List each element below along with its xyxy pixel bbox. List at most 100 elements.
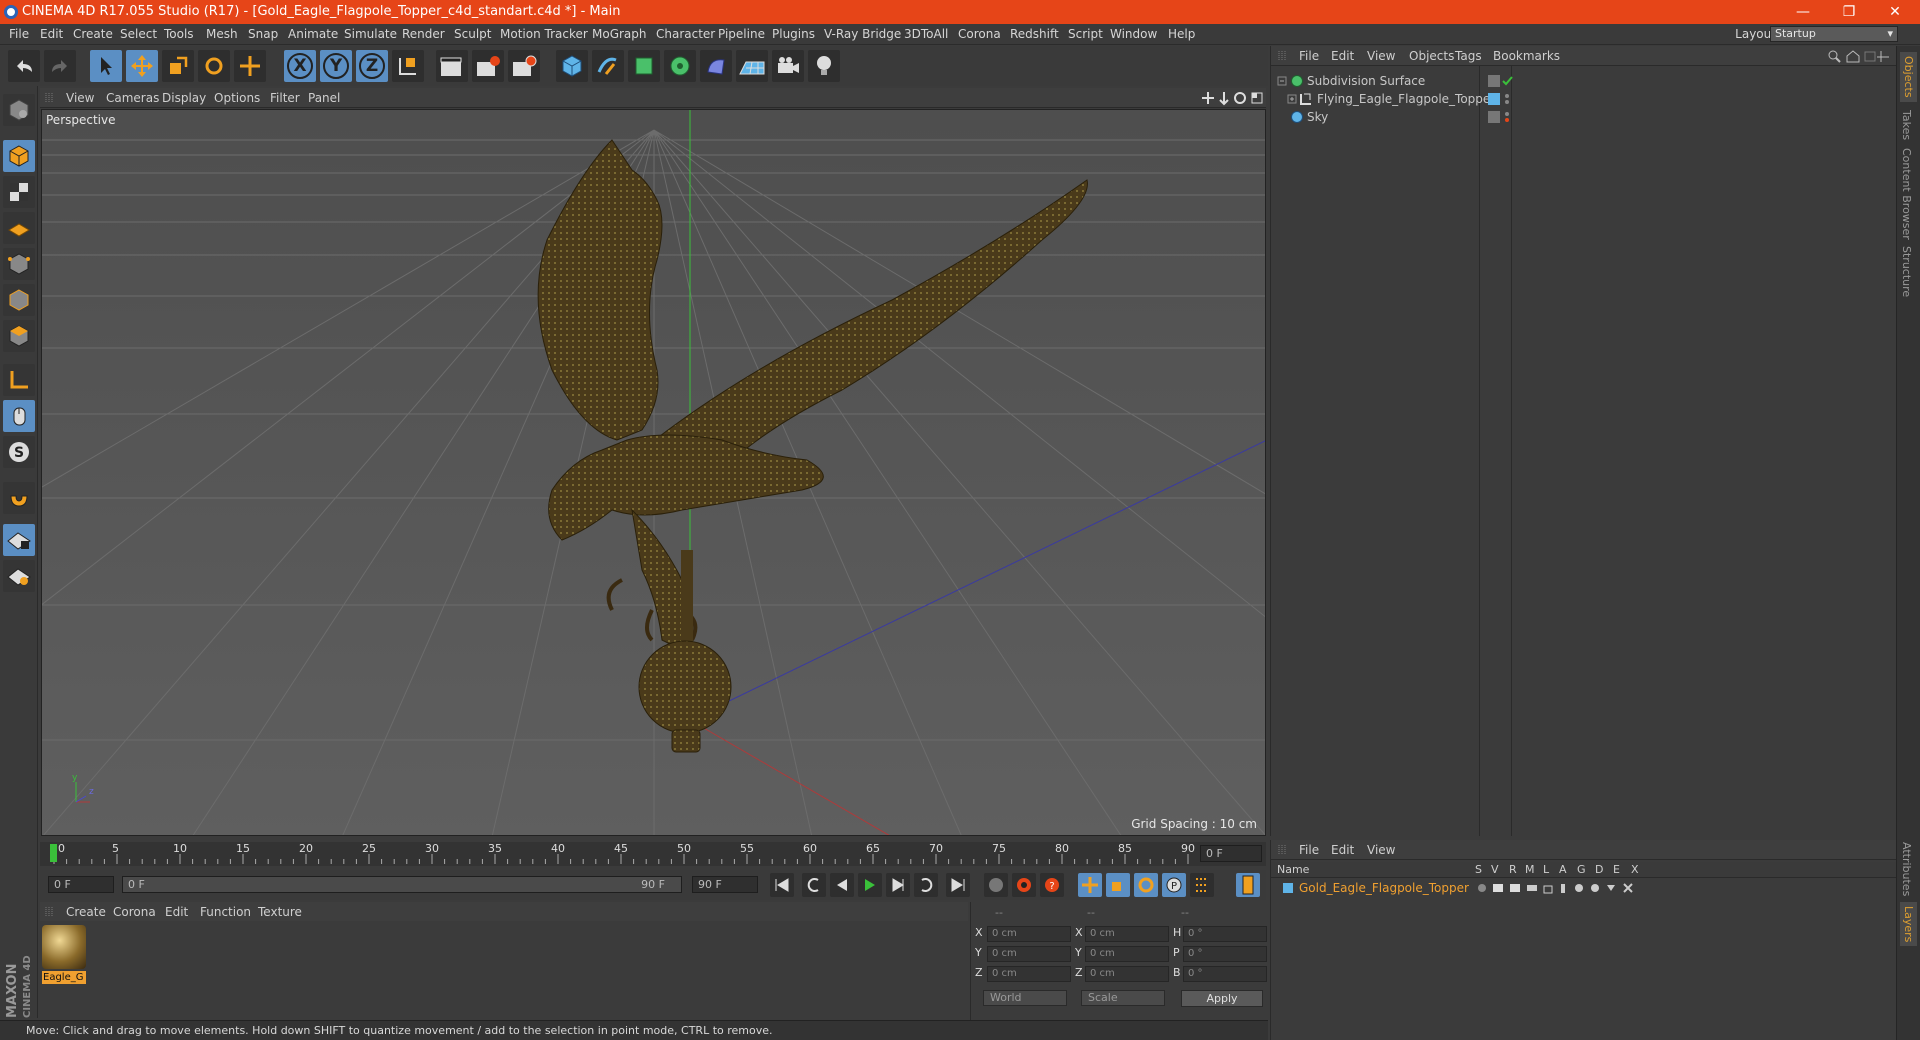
goto-end-button[interactable]: [946, 873, 970, 897]
object-menu-edit[interactable]: Edit: [1331, 49, 1354, 63]
menu-mograph[interactable]: MoGraph: [592, 27, 647, 41]
menu-corona[interactable]: Corona: [958, 27, 1001, 41]
column-view[interactable]: V: [1491, 863, 1499, 876]
expand-icon[interactable]: [1287, 93, 1297, 105]
collapse-icon[interactable]: [1277, 75, 1287, 87]
rotation-h-field[interactable]: 0 °: [1183, 926, 1267, 942]
z-axis-lock-button[interactable]: Z: [356, 50, 388, 82]
start-frame-field[interactable]: 0 F: [48, 876, 114, 893]
record-active-objects-button[interactable]: [1012, 873, 1036, 897]
zoom-view-icon[interactable]: [1219, 92, 1229, 106]
generators-toggle-icon[interactable]: [1575, 884, 1583, 892]
render-toggle-icon[interactable]: [1510, 884, 1520, 892]
live-selection-button[interactable]: [90, 50, 122, 82]
timeline-window-button[interactable]: [1236, 873, 1260, 897]
object-menu-bookmarks[interactable]: Bookmarks: [1493, 49, 1560, 63]
material-menu-create[interactable]: Create: [66, 905, 106, 919]
deformers-toggle-icon[interactable]: [1591, 884, 1599, 892]
column-deformers[interactable]: D: [1595, 863, 1603, 876]
object-row-eagle[interactable]: Flying_Eagle_Flagpole_Topper: [1277, 90, 1887, 108]
camera-label[interactable]: Perspective: [46, 113, 116, 127]
editor-visibility-dot[interactable]: [1505, 112, 1509, 116]
add-cube-button[interactable]: [556, 50, 588, 82]
animation-toggle-icon[interactable]: [1561, 884, 1565, 893]
maximize-view-icon[interactable]: [1251, 92, 1263, 104]
menu-mesh[interactable]: Mesh: [206, 27, 238, 41]
locked-workplane-button[interactable]: [3, 524, 35, 556]
autokeying-button[interactable]: ?: [1040, 873, 1064, 897]
menu-vray-bridge[interactable]: V-Ray Bridge: [824, 27, 901, 41]
render-settings-button[interactable]: [508, 50, 540, 82]
size-mode-select[interactable]: Scale: [1081, 990, 1165, 1006]
column-locked[interactable]: L: [1543, 863, 1549, 876]
object-menu-view[interactable]: View: [1367, 49, 1395, 63]
add-spline-button[interactable]: [592, 50, 624, 82]
add-floor-button[interactable]: [736, 50, 768, 82]
object-menu-objects[interactable]: Objects: [1409, 49, 1454, 63]
menu-help[interactable]: Help: [1168, 27, 1195, 41]
object-name[interactable]: Sky: [1307, 108, 1328, 126]
material-menu-texture[interactable]: Texture: [258, 905, 302, 919]
maximize-button[interactable]: ❐: [1826, 0, 1872, 24]
add-light-button[interactable]: [808, 50, 840, 82]
enabled-check-icon[interactable]: [1502, 76, 1513, 86]
editor-visibility-dot[interactable]: [1505, 94, 1509, 98]
menu-snap[interactable]: Snap: [248, 27, 278, 41]
layer-tag-icon[interactable]: [1488, 75, 1500, 87]
home-icon[interactable]: [1846, 50, 1860, 63]
pan-view-icon[interactable]: [1202, 92, 1214, 104]
end-frame-field[interactable]: 90 F: [692, 876, 758, 893]
tab-structure[interactable]: Structure: [1900, 246, 1913, 297]
column-solo[interactable]: S: [1475, 863, 1482, 876]
material-name[interactable]: Eagle_G: [42, 971, 86, 984]
workplane-mode-button[interactable]: [3, 212, 35, 244]
size-z-field[interactable]: 0 cm: [1085, 966, 1169, 982]
menu-animate[interactable]: Animate: [288, 27, 338, 41]
menu-motion-tracker[interactable]: Motion Tracker: [500, 27, 588, 41]
redo-button[interactable]: [44, 50, 76, 82]
current-frame-field[interactable]: 0 F: [1200, 845, 1262, 862]
record-motion-button[interactable]: [984, 873, 1008, 897]
column-name[interactable]: Name: [1277, 863, 1309, 876]
viewport-menu-options[interactable]: Options: [214, 91, 260, 105]
menu-3dtoall[interactable]: 3DToAll: [904, 27, 948, 41]
layer-menu-view[interactable]: View: [1367, 843, 1395, 857]
key-position-button[interactable]: [1078, 873, 1102, 897]
goto-start-button[interactable]: [770, 873, 794, 897]
goto-previous-frame-button[interactable]: [830, 873, 854, 897]
make-editable-button[interactable]: [3, 94, 35, 126]
menu-pipeline[interactable]: Pipeline: [718, 27, 765, 41]
move-tool-button[interactable]: [126, 50, 158, 82]
key-parameter-button[interactable]: P: [1162, 873, 1186, 897]
view-toggle-icon[interactable]: [1493, 884, 1503, 892]
menu-sculpt[interactable]: Sculpt: [454, 27, 491, 41]
xref-toggle-icon[interactable]: [1623, 883, 1633, 893]
layer-tag-icon[interactable]: [1488, 111, 1500, 123]
manager-toggle-icon[interactable]: [1527, 885, 1537, 891]
material-swatch[interactable]: [42, 925, 86, 969]
key-rotation-button[interactable]: [1134, 873, 1158, 897]
minimize-button[interactable]: —: [1780, 0, 1826, 24]
render-view-button[interactable]: [436, 50, 468, 82]
goto-previous-key-button[interactable]: [802, 873, 826, 897]
render-visibility-dot[interactable]: [1505, 100, 1509, 104]
coordinate-system-button[interactable]: [392, 50, 424, 82]
lock-toggle-icon[interactable]: [1543, 885, 1553, 894]
rotation-b-field[interactable]: 0 °: [1183, 966, 1267, 982]
scale-tool-button[interactable]: [162, 50, 194, 82]
add-deformer-button[interactable]: [700, 50, 732, 82]
layer-row[interactable]: Gold_Eagle_Flagpole_Topper: [1277, 880, 1887, 896]
close-button[interactable]: ✕: [1872, 0, 1918, 24]
solo-mode-button[interactable]: S: [3, 436, 35, 468]
column-manager[interactable]: M: [1525, 863, 1535, 876]
solo-toggle-icon[interactable]: [1478, 884, 1486, 892]
position-z-field[interactable]: 0 cm: [987, 966, 1071, 982]
axis-mode-button[interactable]: [3, 364, 35, 396]
add-mograph-button[interactable]: [664, 50, 696, 82]
object-row-sky[interactable]: Sky: [1277, 108, 1887, 126]
menu-render[interactable]: Render: [402, 27, 445, 41]
undo-button[interactable]: [8, 50, 40, 82]
add-camera-button[interactable]: [772, 50, 804, 82]
key-pla-button[interactable]: [1190, 873, 1214, 897]
key-scale-button[interactable]: [1106, 873, 1130, 897]
